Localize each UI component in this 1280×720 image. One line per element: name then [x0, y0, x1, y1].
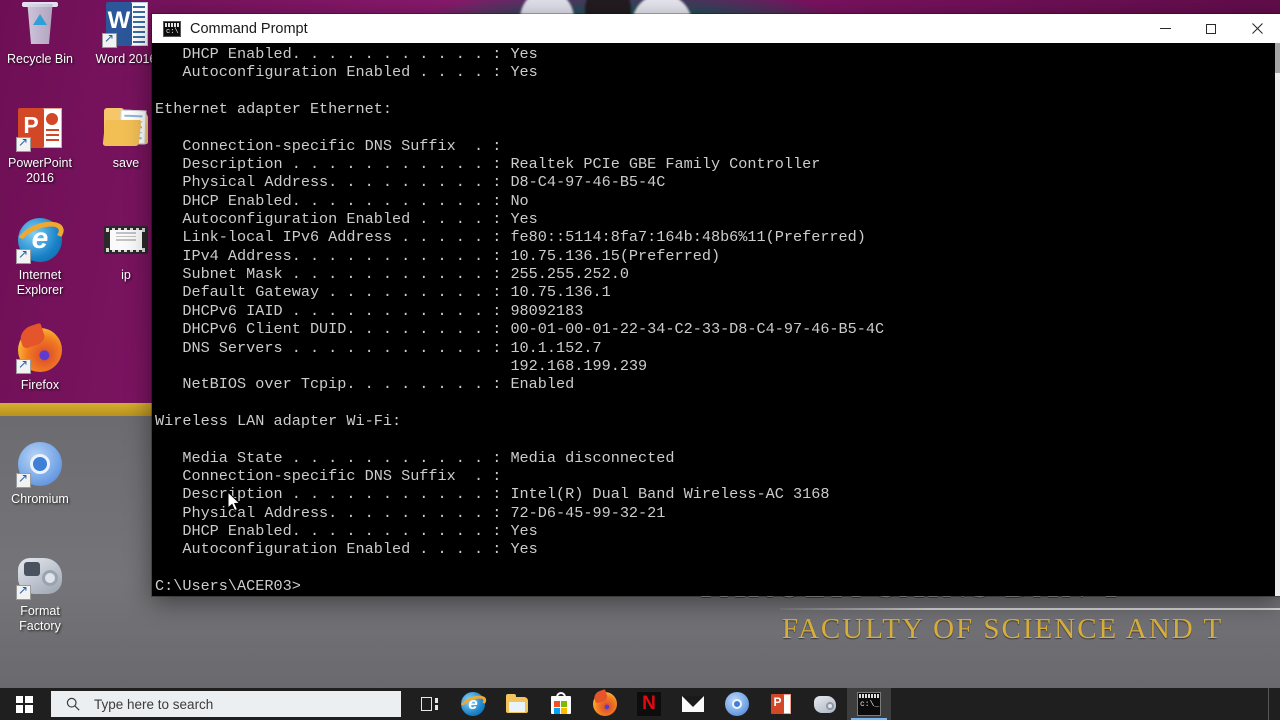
- shortcut-overlay-icon: [16, 583, 31, 600]
- maximize-icon: [1206, 23, 1216, 34]
- command-prompt-icon: c:\: [163, 20, 181, 37]
- format-factory-icon: [813, 692, 837, 716]
- search-icon: [66, 697, 80, 711]
- shortcut-overlay-icon: [16, 471, 31, 488]
- console-text: DHCP Enabled. . . . . . . . . . . : Yes …: [155, 45, 885, 595]
- desktop-icon-internet-explorer[interactable]: e Internet Explorer: [2, 215, 78, 298]
- task-view-button[interactable]: [407, 688, 451, 720]
- store-bag-icon: [549, 692, 573, 716]
- internet-explorer-icon: e: [457, 692, 489, 716]
- format-factory-icon: [16, 552, 64, 600]
- internet-explorer-icon: e: [11, 215, 69, 264]
- desktop-icon-label: Recycle Bin: [7, 52, 73, 66]
- scrollbar-thumb[interactable]: [1275, 43, 1280, 73]
- maximize-button[interactable]: [1188, 14, 1234, 43]
- taskbar-item-internet-explorer[interactable]: e: [451, 688, 495, 720]
- netflix-icon: N: [637, 692, 661, 716]
- folder-icon: [505, 692, 529, 716]
- close-button[interactable]: [1234, 14, 1280, 43]
- taskbar-item-powerpoint[interactable]: P: [759, 688, 803, 720]
- start-button[interactable]: [0, 688, 48, 720]
- taskbar[interactable]: Type here to search e N P c:\_: [0, 688, 1280, 720]
- folder-icon: [102, 104, 150, 152]
- console-scrollbar[interactable]: [1275, 43, 1280, 596]
- close-icon: [1251, 23, 1263, 34]
- desktop-icon-label: Format Factory: [19, 604, 61, 633]
- shortcut-overlay-icon: [16, 135, 31, 152]
- desktop-icon-label: Internet Explorer: [16, 268, 64, 297]
- taskbar-item-netflix[interactable]: N: [627, 688, 671, 720]
- firefox-icon: [592, 689, 617, 716]
- command-prompt-icon: c:\_: [857, 692, 881, 716]
- search-placeholder: Type here to search: [94, 696, 214, 712]
- powerpoint-icon: P: [16, 104, 64, 152]
- window-title: Command Prompt: [190, 20, 308, 37]
- shortcut-overlay-icon: [16, 247, 31, 264]
- window-controls[interactable]: [1142, 14, 1280, 43]
- taskbar-item-chromium[interactable]: [715, 688, 759, 720]
- windows-logo-icon: [15, 695, 33, 713]
- command-prompt-window[interactable]: c:\ Command Prompt DHCP Enabled. . . . .…: [152, 14, 1280, 596]
- firefox-icon: [16, 322, 64, 374]
- minimize-button[interactable]: [1142, 14, 1188, 43]
- desktop-icon-label: Firefox: [20, 378, 60, 392]
- desktop-icon-chromium[interactable]: Chromium: [2, 440, 78, 507]
- desktop-icon-firefox[interactable]: Firefox: [2, 322, 78, 393]
- system-tray[interactable]: [1268, 688, 1280, 720]
- desktop-icon-format-factory[interactable]: Format Factory: [2, 552, 78, 634]
- taskbar-item-file-explorer[interactable]: [495, 688, 539, 720]
- desktop-icon-label: PowerPoint 2016: [8, 156, 72, 185]
- film-strip-icon: [102, 216, 150, 264]
- window-title-bar[interactable]: c:\ Command Prompt: [152, 14, 1280, 43]
- mail-envelope-icon: [681, 692, 705, 716]
- taskbar-item-command-prompt[interactable]: c:\_: [847, 688, 891, 720]
- recycle-bin-icon: [16, 0, 64, 48]
- taskbar-item-format-factory[interactable]: [803, 688, 847, 720]
- search-input[interactable]: Type here to search: [51, 691, 401, 717]
- taskbar-item-mail[interactable]: [671, 688, 715, 720]
- taskbar-item-microsoft-store[interactable]: [539, 688, 583, 720]
- taskbar-item-firefox[interactable]: [583, 688, 627, 720]
- wallpaper-text-english: FACULTY OF SCIENCE AND T: [782, 613, 1224, 645]
- desktop-icon-label: Chromium: [11, 492, 69, 506]
- shortcut-overlay-icon: [16, 357, 31, 374]
- wallpaper-divider: [780, 608, 1280, 610]
- desktop-icon-recycle-bin[interactable]: Recycle Bin: [2, 0, 78, 67]
- powerpoint-icon: P: [769, 692, 793, 716]
- task-view-icon: [420, 697, 438, 711]
- word-icon: W: [102, 0, 150, 48]
- show-desktop-button[interactable]: [1268, 688, 1276, 720]
- chromium-icon: [725, 692, 749, 716]
- desktop-icon-powerpoint-2016[interactable]: P PowerPoint 2016: [2, 104, 78, 186]
- chromium-icon: [16, 440, 64, 488]
- shortcut-overlay-icon: [102, 31, 117, 48]
- console-output-area[interactable]: DHCP Enabled. . . . . . . . . . . : Yes …: [152, 43, 1280, 596]
- minimize-icon: [1159, 28, 1171, 29]
